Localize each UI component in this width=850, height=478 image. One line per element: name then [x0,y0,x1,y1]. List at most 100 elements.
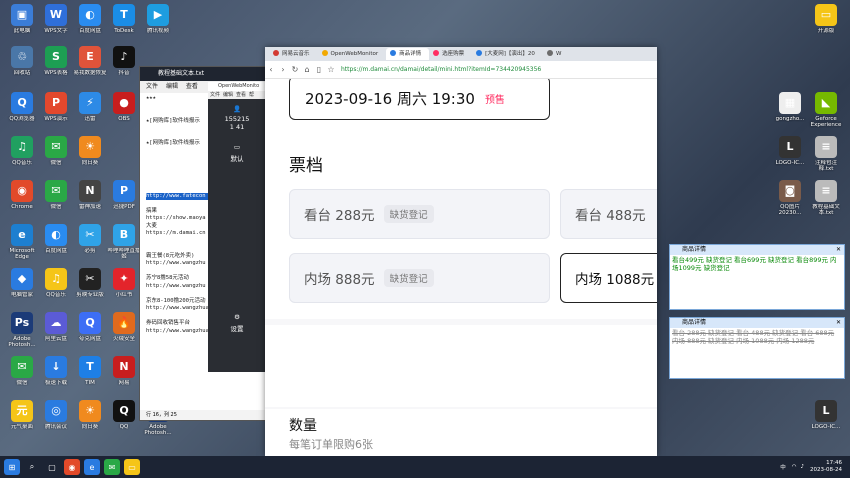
desktop-icon[interactable]: W WPS文字 [38,4,74,34]
menu-file[interactable]: 文件 [146,83,158,90]
desktop-icon[interactable]: ✂ 剪映专业版 [72,268,108,298]
tier-option[interactable]: 看台 288元 缺货登记 [289,189,550,239]
desktop-icon[interactable]: ▣ 此电脑 [4,4,40,34]
desktop-icon[interactable]: 元元气桌面 [4,400,40,430]
openweb-menu-edit[interactable]: 编辑 [223,91,233,99]
app-icon: ◎ [45,400,67,422]
desktop-icon[interactable]: ≡ 教程基础文本.txt [808,180,844,216]
search-icon[interactable]: ⌕ [24,459,40,475]
app-icon: N [113,356,135,378]
desktop-icon[interactable]: ◙ QQ图片20230... [772,180,808,216]
desktop-icon[interactable]: N 雷神加速 [72,180,108,210]
desktop-icon[interactable]: ▶ 腾讯视频 [140,4,176,34]
desktop-icon[interactable]: S WPS表格 [38,46,74,76]
desktop-icon[interactable]: N 网易 [106,356,142,386]
volume-icon[interactable]: ♪ [801,464,805,470]
desktop-icon[interactable]: E 易我数据恢复 [72,46,108,76]
desktop-icon[interactable]: ✉ 微信 [38,180,74,210]
edge-icon[interactable]: e [84,459,100,475]
desktop-icon[interactable]: ↓ 极速下载 [38,356,74,386]
desktop-icon[interactable]: Ps Adobe Photosh... [4,312,40,348]
close-icon[interactable]: ✕ [836,318,841,328]
desktop-icon[interactable]: ◎ 腾讯会议 [38,400,74,430]
back-icon[interactable]: ‹ [265,65,277,74]
notification-popup[interactable]: 商品详情 ✕ 看台499元 缺货登记 看台699元 缺货登记 看台899元 内场1… [669,244,845,310]
folder-icon[interactable]: ▭ [208,143,266,151]
folder-icon[interactable]: ▭ [124,459,140,475]
openwebmonitor-window[interactable]: OpenWebMonito 文件 编辑 查看 帮 👤 1552151 41 ▭ … [208,82,266,372]
desktop-icon[interactable]: L LOGO-IC... [808,400,844,430]
desktop-icon[interactable]: ☁ 阿里云盘 [38,312,74,342]
wifi-icon[interactable]: ◠ [792,464,797,470]
menu-edit[interactable]: 编辑 [166,83,178,90]
desktop-icon[interactable]: ▦ gongzho... [772,92,808,122]
desktop-icon[interactable]: B 哔哩哔哩直播姬 [106,224,142,260]
menu-view[interactable]: 查看 [186,83,198,90]
openweb-menu-help[interactable]: 帮 [249,91,254,99]
desktop-icon[interactable]: ☀ 向日葵 [72,136,108,166]
tier-option-selected[interactable]: 内场 1088元 [560,253,657,303]
openweb-menu-file[interactable]: 文件 [210,91,220,99]
desktop-icon[interactable]: ✂ 必剪 [72,224,108,254]
home-icon[interactable]: ⌂ [301,65,313,74]
notification-popup[interactable]: 商品详情 ✕ 看台 288元 缺货登记 看台 488元 缺货登记 看台 688元 … [669,317,845,379]
desktop-icon[interactable]: ◉ Chrome [4,180,40,210]
browser-tab[interactable]: 网易云音乐 [269,48,318,60]
desktop-icon[interactable]: ◐ 百度网盘 [72,4,108,34]
desktop-icon[interactable]: P WPS演示 [38,92,74,122]
desktop-icon[interactable]: ⚡ 迅雷 [72,92,108,122]
openweb-menu-view[interactable]: 查看 [236,91,246,99]
tier-option[interactable]: 内场 888元 缺货登记 [289,253,550,303]
session-date-card[interactable]: 2023-09-16 周六 19:30 预售 [289,79,550,120]
browser-tab[interactable]: [大麦网]【演出】20 [472,48,543,60]
sidebar-item-settings[interactable]: 设置 [208,323,266,333]
desktop-icon[interactable]: 🔥 火绒安全 [106,312,142,342]
reader-icon[interactable]: ▯ [313,65,325,74]
start-icon[interactable]: ⊞ [4,459,20,475]
desktop-icon[interactable]: Q QQ [106,400,142,430]
desktop-icon[interactable]: ◆ 电脑管家 [4,268,40,298]
desktop-icon[interactable]: ♫ QQ音乐 [4,136,40,166]
tier-option[interactable]: 看台 488元 [560,189,657,239]
chrome-icon[interactable]: ◉ [64,459,80,475]
desktop-icon[interactable]: ♫ QQ音乐 [38,268,74,298]
desktop-icon[interactable]: e Microsoft Edge [4,224,40,260]
ime-indicator[interactable]: 中 [780,463,786,471]
desktop-icon[interactable]: ♪ 抖音 [106,46,142,76]
desktop-icon[interactable]: ✉ 微信 [38,136,74,166]
desktop-icon[interactable]: Q QQ浏览器 [4,92,40,122]
desktop-icon[interactable]: ✉ 微信 [4,356,40,386]
close-icon[interactable]: ✕ [836,245,841,255]
tab-favicon-icon [476,50,483,56]
desktop-icon[interactable]: P 迅捷PDF [106,180,142,210]
account-icon[interactable]: 👤 [208,105,266,113]
desktop-icon[interactable]: ✦ 小红书 [106,268,142,298]
desktop-icon[interactable]: ≡ 注释包注释.txt [808,136,844,172]
wechat-icon[interactable]: ✉ [104,459,120,475]
desktop-icon[interactable]: ◣ Geforce Experience [808,92,844,128]
browser-tab[interactable]: W [543,48,569,60]
reload-icon[interactable]: ↻ [289,65,301,74]
forward-icon[interactable]: › [277,65,289,74]
app-icon: ▣ [11,4,33,26]
desktop-icon[interactable]: T ToDesk [106,4,142,34]
task-view-icon[interactable]: ▢ [44,459,60,475]
sidebar-item-default[interactable]: 默认 [208,153,266,163]
desktop-icon[interactable]: L LOGO-IC... [772,136,808,166]
app-icon: ✉ [45,180,67,202]
desktop-icon[interactable]: ☀ 向日葵 [72,400,108,430]
desktop-icon[interactable]: ▭ 开源版 [808,4,844,34]
desktop-icon[interactable]: ● OBS [106,92,142,122]
url-field[interactable]: https://m.damai.cn/damai/detail/mini.htm… [341,66,541,73]
desktop-icon[interactable]: ♲ 回收站 [4,46,40,76]
desktop-icon[interactable]: Q 夸克网盘 [72,312,108,342]
desktop-icon[interactable]: T TIM [72,356,108,386]
gear-icon[interactable]: ⚙ [208,313,266,321]
desktop-icon[interactable]: ◐ 百度网盘 [38,224,74,254]
browser-window[interactable]: 网易云音乐 OpenWebMonitor 商品详情 选座购票 [大麦网]【演出】20 W … [265,47,657,456]
browser-tab[interactable]: 商品详情 [386,48,430,60]
star-icon[interactable]: ☆ [325,65,337,74]
browser-tab[interactable]: 选座购票 [429,48,472,60]
browser-tab[interactable]: OpenWebMonitor [318,48,387,60]
clock[interactable]: 17:46 2023-08-24 [810,460,842,474]
